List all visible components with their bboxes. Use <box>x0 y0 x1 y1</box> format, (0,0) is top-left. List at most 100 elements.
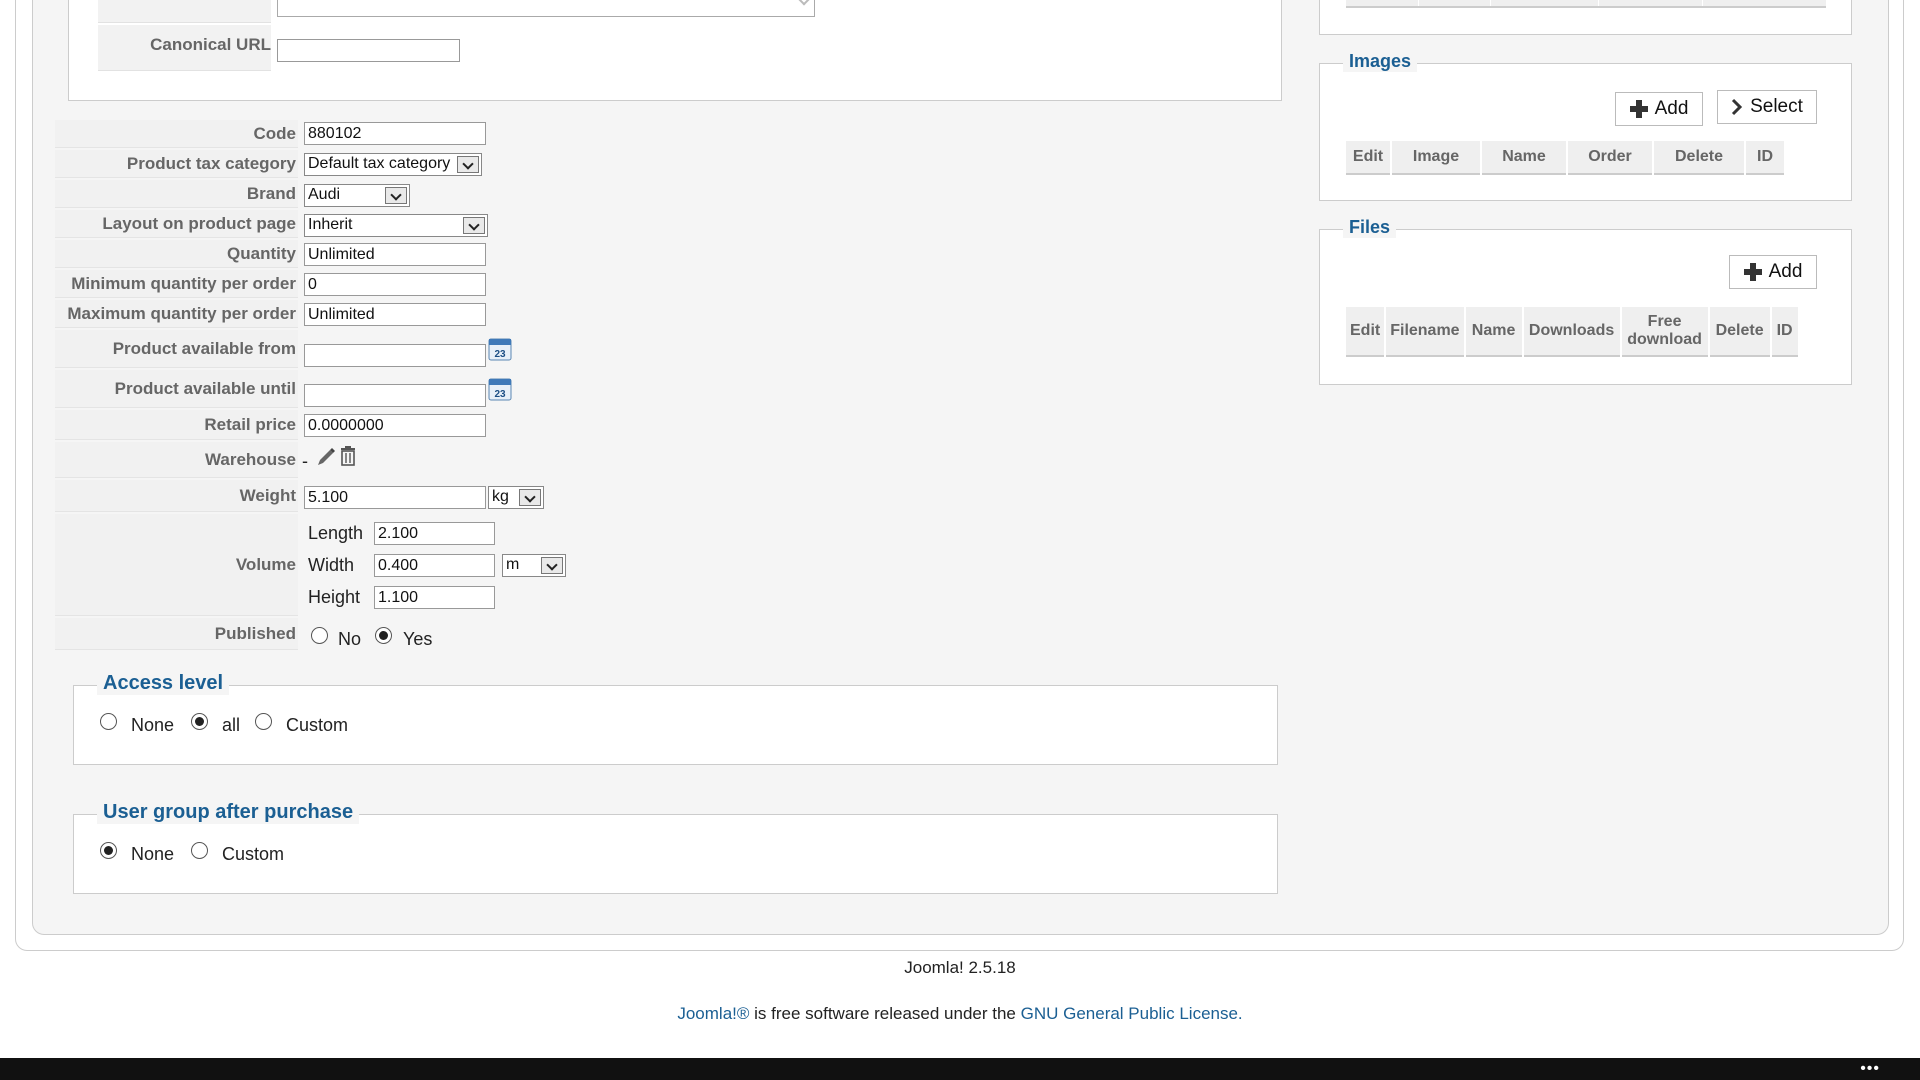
images-add-button[interactable]: Add <box>1615 92 1703 126</box>
footer-version: Joomla! 2.5.18 <box>904 958 1016 977</box>
files-table: Edit Filename Name Downloads Free downlo… <box>1344 307 1800 357</box>
chevron-down-icon <box>463 217 485 234</box>
width-input[interactable] <box>374 554 495 577</box>
files-legend: Files <box>1343 217 1397 238</box>
gpl-link[interactable]: GNU General Public License. <box>1021 1004 1243 1023</box>
available-from-label: Product available from <box>55 330 298 368</box>
code-input[interactable] <box>304 122 486 145</box>
meta-textarea[interactable] <box>277 0 815 17</box>
quantity-input[interactable] <box>304 243 486 266</box>
tax-category-label: Product tax category <box>55 150 298 178</box>
volume-label: Volume <box>55 514 298 616</box>
images-legend: Images <box>1343 51 1418 72</box>
tax-category-select[interactable]: Default tax category <box>304 153 482 176</box>
images-table: Edit Image Name Order Delete ID <box>1344 141 1786 175</box>
weight-input[interactable] <box>304 486 486 509</box>
code-label: Code <box>55 120 298 148</box>
access-all-radio[interactable] <box>191 713 208 730</box>
available-until-input[interactable] <box>304 384 486 407</box>
more-dots-icon[interactable]: ••• <box>1860 1060 1880 1078</box>
resize-handle-icon <box>795 0 813 6</box>
footer-license: Joomla!® is free software released under… <box>0 1004 1920 1024</box>
access-level-legend: Access level <box>97 672 230 695</box>
taskbar: ••• <box>0 1058 1920 1080</box>
images-select-button[interactable]: Select <box>1717 90 1817 124</box>
license-text: is free software released under the <box>749 1004 1021 1023</box>
images-add-label: Add <box>1654 98 1689 119</box>
images-col-image[interactable]: Image <box>1392 141 1480 175</box>
height-input[interactable] <box>374 586 495 609</box>
images-col-id[interactable]: ID <box>1746 141 1784 175</box>
images-col-edit[interactable]: Edit <box>1346 141 1390 175</box>
user-group-none-label: None <box>131 844 175 864</box>
access-custom-label: Custom <box>286 715 349 735</box>
length-input[interactable] <box>374 522 495 545</box>
calendar-icon[interactable]: 23 <box>488 377 512 401</box>
published-label: Published <box>55 618 298 650</box>
images-col-name[interactable]: Name <box>1482 141 1566 175</box>
files-col-delete[interactable]: Delete <box>1709 307 1770 357</box>
min-quantity-label: Minimum quantity per order <box>55 270 298 298</box>
chevron-right-icon <box>1732 98 1743 116</box>
available-from-input[interactable] <box>304 344 486 367</box>
weight-unit-select[interactable]: kg <box>488 486 544 509</box>
user-group-custom-radio[interactable] <box>191 842 208 859</box>
published-no-radio[interactable] <box>311 627 328 644</box>
layout-label: Layout on product page <box>55 210 298 238</box>
chevron-down-icon <box>385 187 407 204</box>
images-select-label: Select <box>1750 96 1803 117</box>
canonical-url-input[interactable] <box>277 39 460 62</box>
volume-unit-select[interactable]: m <box>502 554 566 577</box>
weight-label: Weight <box>55 480 298 512</box>
pencil-edit-icon[interactable] <box>315 446 337 468</box>
height-label: Height <box>308 587 361 607</box>
user-group-legend: User group after purchase <box>97 801 360 824</box>
files-col-filename[interactable]: Filename <box>1386 307 1464 357</box>
trash-icon[interactable] <box>338 445 358 467</box>
access-none-radio[interactable] <box>100 713 117 730</box>
max-quantity-label: Maximum quantity per order <box>55 300 298 328</box>
brand-select[interactable]: Audi <box>304 184 410 207</box>
warehouse-value: - <box>302 451 308 471</box>
access-custom-radio[interactable] <box>255 713 272 730</box>
warehouse-label: Warehouse <box>55 442 298 478</box>
files-col-id[interactable]: ID <box>1771 307 1798 357</box>
width-label: Width <box>308 555 355 575</box>
user-group-custom-label: Custom <box>222 844 285 864</box>
retail-price-label: Retail price <box>55 410 298 440</box>
max-quantity-input[interactable] <box>304 303 486 326</box>
published-yes-radio[interactable] <box>375 627 392 644</box>
min-quantity-input[interactable] <box>304 273 486 296</box>
files-add-button[interactable]: Add <box>1729 255 1817 289</box>
access-level-fieldset <box>73 685 1278 765</box>
files-col-edit[interactable]: Edit <box>1346 307 1385 357</box>
files-col-downloads[interactable]: Downloads <box>1523 307 1620 357</box>
calendar-icon[interactable]: 23 <box>488 337 512 361</box>
images-table-header: Edit Image Name Order Delete ID <box>1346 141 1784 175</box>
published-no-label: No <box>338 629 362 649</box>
canonical-url-label: Canonical URL <box>150 35 271 54</box>
canonical-url-label-cell: Canonical URL <box>98 25 271 71</box>
files-add-label: Add <box>1768 261 1803 282</box>
images-col-order[interactable]: Order <box>1568 141 1652 175</box>
svg-text:23: 23 <box>494 389 506 400</box>
chevron-down-icon <box>541 557 563 574</box>
user-group-none-radio[interactable] <box>100 842 117 859</box>
images-col-delete[interactable]: Delete <box>1654 141 1744 175</box>
published-yes-label: Yes <box>403 629 433 649</box>
images-fieldset <box>1319 63 1852 201</box>
files-col-free-download[interactable]: Free download <box>1621 307 1708 357</box>
retail-price-input[interactable] <box>304 414 486 437</box>
svg-text:23: 23 <box>494 349 506 360</box>
chevron-down-icon <box>519 489 541 506</box>
joomla-link[interactable]: Joomla!® <box>677 1004 749 1023</box>
files-table-header: Edit Filename Name Downloads Free downlo… <box>1346 307 1798 357</box>
layout-select[interactable]: Inherit <box>304 214 488 237</box>
files-col-name[interactable]: Name <box>1465 307 1522 357</box>
length-label: Length <box>308 523 364 543</box>
access-none-label: None <box>131 715 175 735</box>
partial-table-header <box>1346 0 1826 8</box>
available-until-label: Product available until <box>55 370 298 408</box>
plus-icon <box>1743 263 1762 281</box>
quantity-label: Quantity <box>55 240 298 268</box>
